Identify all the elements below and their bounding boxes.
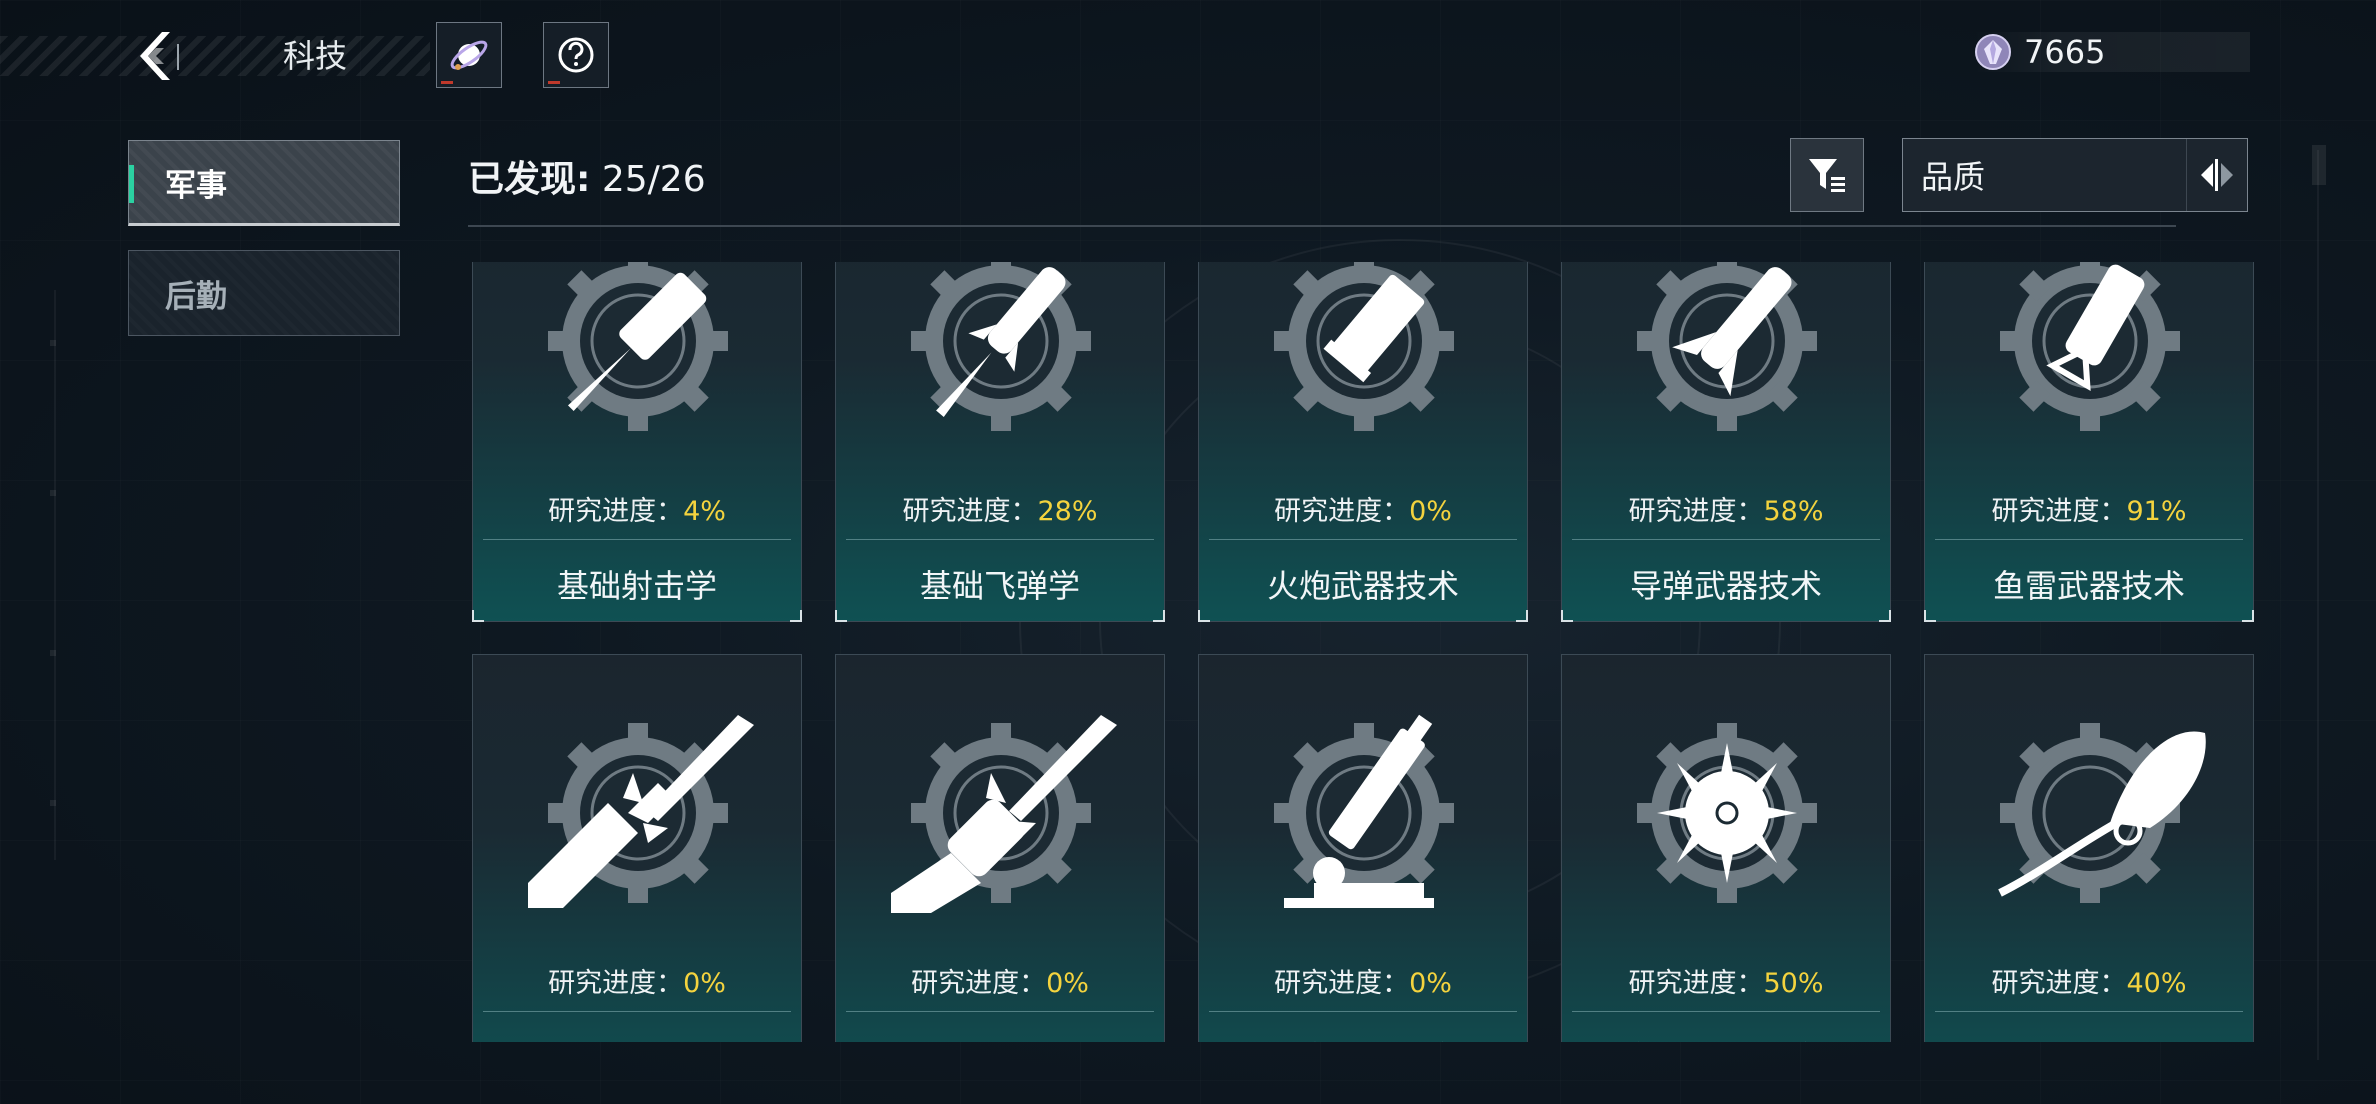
back-chevron-icon — [140, 32, 179, 80]
progress-label: 研究进度： — [1991, 968, 2127, 999]
progress-value: 0% — [683, 968, 726, 999]
progress-value: 50% — [1763, 968, 1824, 999]
planet-icon — [450, 40, 488, 70]
planet-button[interactable] — [436, 22, 502, 88]
research-progress: 研究进度：0% — [1199, 489, 1527, 528]
progress-label: 研究进度： — [1274, 968, 1410, 999]
sort-value: 品质 — [1921, 158, 1986, 196]
progress-value: 91% — [2126, 496, 2187, 527]
tech-name: 鱼雷武器技术 — [1992, 567, 2185, 605]
progress-value: 0% — [1409, 496, 1452, 527]
progress-label: 研究进度： — [548, 496, 684, 527]
help-button-marker — [548, 81, 560, 84]
tech-name: 新式武器研究 — [1562, 1033, 1890, 1042]
research-progress: 研究进度：50% — [1562, 961, 1890, 1000]
active-tab-indicator — [129, 165, 134, 203]
filter-button[interactable] — [1790, 138, 1864, 212]
currency-display: 7665 — [1974, 32, 2250, 72]
bullet-icon — [546, 262, 730, 433]
tech-card[interactable]: 研究进度：4% 基础射击学 — [472, 262, 802, 622]
tech-name: 基础射击学 — [556, 567, 717, 605]
discovered-counter: 已发现: 25/26 — [468, 152, 706, 208]
progress-value: 0% — [1409, 968, 1452, 999]
research-progress: 研究进度：91% — [1925, 489, 2253, 528]
sort-toggle[interactable] — [2186, 139, 2247, 211]
anti-air-gun-icon — [1272, 714, 1456, 908]
missile-icon — [1635, 262, 1819, 433]
progress-value: 0% — [1046, 968, 1089, 999]
progress-label: 研究进度： — [548, 968, 684, 999]
tech-card[interactable]: 研究进度：0% 防空武器研究 — [1198, 654, 1528, 1042]
shell-icon — [1272, 262, 1456, 433]
card-separator — [846, 539, 1154, 540]
research-progress: 研究进度：0% — [836, 961, 1164, 1000]
research-progress: 研究进度：40% — [1925, 961, 2253, 1000]
tab-logistics-label: 后勤 — [165, 278, 227, 315]
sort-arrows-icon — [2201, 159, 2233, 191]
page-title: 科技 — [282, 37, 347, 75]
card-separator — [846, 1011, 1154, 1012]
sort-dropdown[interactable]: 品质 — [1902, 138, 2248, 212]
tech-name: 基础飞弹学 — [919, 567, 1080, 605]
progress-label: 研究进度： — [1628, 496, 1764, 527]
card-separator — [1209, 539, 1517, 540]
card-separator — [483, 1011, 791, 1012]
tech-name: 射线武器技术 — [836, 1033, 1164, 1042]
card-separator — [1572, 1011, 1880, 1012]
crystal-coin-icon — [1975, 34, 2011, 70]
tech-card[interactable]: 研究进度：0% 能量炮武器技术 — [472, 654, 802, 1042]
progress-label: 研究进度： — [1628, 968, 1764, 999]
card-separator — [1935, 539, 2243, 540]
tech-name: 孢子喷雾武器技术 — [1925, 1033, 2253, 1042]
card-separator — [483, 539, 791, 540]
tab-logistics[interactable]: 后勤 — [128, 250, 400, 336]
spore-sprayer-icon — [1998, 721, 2206, 905]
card-separator — [1209, 1011, 1517, 1012]
research-progress: 研究进度：4% — [473, 489, 801, 528]
research-progress: 研究进度：0% — [1199, 961, 1527, 1000]
help-button[interactable] — [543, 22, 609, 88]
rocket-icon — [909, 262, 1093, 433]
progress-value: 28% — [1037, 496, 1098, 527]
progress-value: 4% — [683, 496, 726, 527]
tech-card[interactable]: 研究进度：0% 火炮武器技术 — [1198, 262, 1528, 622]
research-progress: 研究进度：58% — [1562, 489, 1890, 528]
tech-name: 能量炮武器技术 — [473, 1033, 801, 1042]
currency-amount: 7665 — [2024, 33, 2106, 71]
torpedo-icon — [1998, 262, 2182, 433]
spiked-mine-icon — [1635, 721, 1819, 905]
header-divider — [468, 225, 2176, 227]
research-progress: 研究进度：0% — [473, 961, 801, 1000]
tech-card[interactable]: 研究进度：40% 孢子喷雾武器技术 — [1924, 654, 2254, 1042]
progress-label: 研究进度： — [902, 496, 1038, 527]
tech-card[interactable]: 研究进度：50% 新式武器研究 — [1561, 654, 1891, 1042]
tech-card[interactable]: 研究进度：91% 鱼雷武器技术 — [1924, 262, 2254, 622]
tech-card-grid[interactable]: 研究进度：4% 基础射击学 研究进度：28% 基础飞弹学 研究进度：0% 火炮武… — [468, 262, 2258, 1042]
tab-military[interactable]: 军事 — [128, 140, 400, 226]
tech-card[interactable]: 研究进度：0% 射线武器技术 — [835, 654, 1165, 1042]
progress-label: 研究进度： — [911, 968, 1047, 999]
tech-card[interactable]: 研究进度：58% 导弹武器技术 — [1561, 262, 1891, 622]
research-progress: 研究进度：28% — [836, 489, 1164, 528]
question-icon — [558, 37, 594, 73]
card-separator — [1935, 1011, 2243, 1012]
tech-name: 防空武器研究 — [1199, 1033, 1527, 1042]
energy-cannon-icon — [528, 715, 754, 908]
progress-value: 58% — [1763, 496, 1824, 527]
progress-label: 研究进度： — [1991, 496, 2127, 527]
back-button[interactable] — [128, 28, 188, 84]
tab-military-label: 军事 — [165, 167, 227, 204]
discovered-label: 已发现: — [468, 159, 591, 200]
planet-button-marker — [441, 81, 453, 84]
tech-name: 火炮武器技术 — [1266, 567, 1459, 605]
progress-value: 40% — [2126, 968, 2187, 999]
tech-name: 导弹武器技术 — [1629, 567, 1822, 605]
progress-label: 研究进度： — [1274, 496, 1410, 527]
tech-card[interactable]: 研究进度：28% 基础飞弹学 — [835, 262, 1165, 622]
card-separator — [1572, 539, 1880, 540]
filter-icon — [1809, 159, 1845, 192]
discovered-value: 25/26 — [601, 159, 706, 200]
ray-gun-icon — [891, 715, 1117, 913]
